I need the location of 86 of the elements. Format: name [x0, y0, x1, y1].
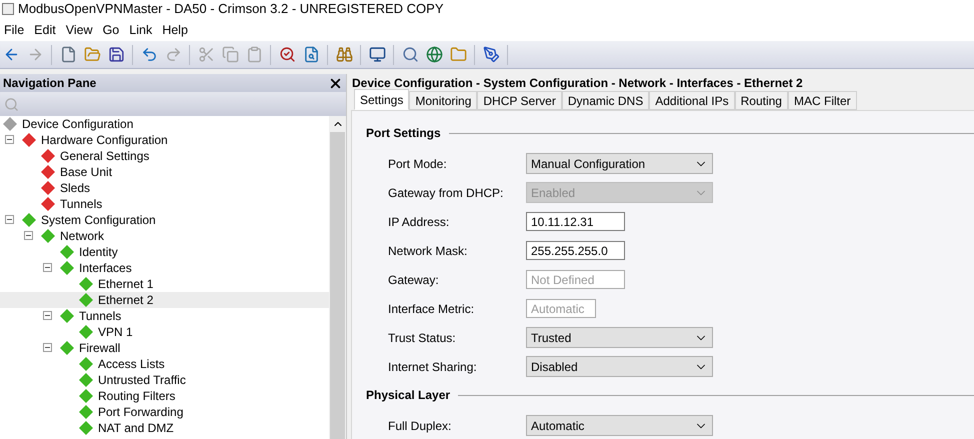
collapse-icon[interactable] — [5, 135, 14, 144]
tree-item[interactable]: Firewall — [0, 340, 329, 356]
tree-label: Base Unit — [60, 164, 112, 181]
dropdown[interactable]: Trusted — [526, 327, 713, 348]
tree-item[interactable]: System Configuration — [0, 212, 329, 228]
monitor-icon[interactable] — [367, 44, 387, 64]
tree-item[interactable]: Ethernet 1 — [0, 276, 329, 292]
section-heading: Physical Layer — [366, 387, 450, 404]
tree-label: Untrusted Traffic — [98, 372, 186, 389]
tab[interactable]: DHCP Server — [477, 91, 562, 110]
menu-item[interactable]: View — [62, 21, 96, 40]
dropdown[interactable]: Disabled — [526, 356, 713, 377]
tree-item[interactable]: VPN 1 — [0, 324, 329, 340]
field-label: Network Mask: — [387, 242, 468, 260]
input-field[interactable]: 255.255.255.0 — [526, 241, 625, 260]
tree-item[interactable]: Interfaces — [0, 260, 329, 276]
menu-item[interactable]: Go — [100, 21, 122, 40]
pen-icon[interactable] — [481, 44, 501, 64]
tab[interactable]: Monitoring — [409, 91, 478, 110]
tab[interactable]: MAC Filter — [788, 91, 857, 110]
menu-item[interactable]: Help — [159, 21, 191, 40]
collapse-icon[interactable] — [5, 215, 14, 224]
tree-item[interactable]: Sleds — [0, 180, 329, 196]
field-label: Interface Metric: — [387, 300, 476, 318]
field-label: Gateway: — [387, 272, 440, 288]
tab[interactable]: Routing — [734, 91, 788, 110]
tree-item[interactable]: Routing Filters — [0, 388, 329, 404]
tree-label: Ethernet 2 — [98, 292, 154, 309]
tree-item[interactable]: Tunnels — [0, 308, 329, 324]
scrollbar[interactable] — [329, 116, 346, 439]
tree-label: System Configuration — [41, 212, 156, 229]
dropdown[interactable]: Automatic — [526, 415, 713, 436]
tree-item[interactable]: Identity — [0, 244, 329, 260]
tab[interactable]: Settings — [354, 89, 410, 110]
scroll-thumb[interactable] — [330, 132, 345, 439]
tree-item[interactable]: Device Configuration — [0, 116, 329, 132]
tree-item[interactable]: Base Unit — [0, 164, 329, 180]
app-icon — [2, 2, 14, 14]
tree-label: Identity — [79, 244, 118, 261]
tree-label: Device Configuration — [22, 116, 134, 133]
tree-item[interactable]: Access Lists — [0, 356, 329, 372]
tree-label: Ethernet 1 — [98, 276, 154, 293]
tab[interactable]: Additional IPs — [649, 91, 735, 110]
tree-label: Access Lists — [98, 356, 165, 373]
tree-label: Tunnels — [79, 308, 122, 325]
field-label: Port Mode: — [387, 156, 448, 172]
collapse-icon[interactable] — [43, 311, 52, 320]
tree-item[interactable]: General Settings — [0, 148, 329, 164]
globe-icon[interactable] — [424, 44, 444, 64]
pane-title: Navigation Pane — [3, 75, 96, 92]
tree-label: Firewall — [79, 340, 120, 357]
dropdown[interactable]: Manual Configuration — [526, 153, 713, 174]
tree-label: Tunnels — [60, 196, 102, 213]
field-label: Gateway from DHCP: — [387, 184, 504, 202]
tree-item[interactable]: Network — [0, 228, 329, 244]
collapse-icon[interactable] — [43, 343, 52, 352]
tree-label: Network — [60, 228, 104, 245]
tree-label: Routing Filters — [98, 388, 176, 405]
input-field[interactable]: 10.11.12.31 — [526, 212, 625, 231]
window-title: ModbusOpenVPNMaster - DA50 - Crimson 3.2 - UNREGISTERED COPY — [18, 0, 444, 18]
tree-item[interactable]: Untrusted Traffic — [0, 372, 329, 388]
breadcrumb: Device Configuration - System Configuration - Network - Interfaces - Ethernet 2 — [351, 75, 804, 89]
tree-label: Hardware Configuration — [41, 132, 168, 149]
menu-item[interactable]: File — [1, 21, 28, 40]
tree-item[interactable]: Tunnels — [0, 196, 329, 212]
tree-item[interactable]: Ethernet 2 — [0, 292, 329, 308]
tree-label: VPN 1 — [98, 324, 133, 341]
field-label: IP Address: — [387, 214, 450, 230]
field-label: Trust Status: — [387, 330, 457, 346]
tree-label: Port Forwarding — [98, 404, 184, 421]
tree-label: Sleds — [60, 180, 90, 197]
tree-label: NAT and DMZ — [98, 420, 174, 437]
section-heading: Port Settings — [366, 125, 441, 142]
menu-item[interactable]: Edit — [31, 21, 59, 40]
tree-label: General Settings — [60, 148, 150, 165]
collapse-icon[interactable] — [43, 263, 52, 272]
menu-item[interactable]: Link — [126, 21, 156, 40]
collapse-icon[interactable] — [24, 231, 33, 240]
tree-item[interactable]: Port Forwarding — [0, 404, 329, 420]
tab[interactable]: Dynamic DNS — [562, 91, 650, 110]
tree-item[interactable]: NAT and DMZ — [0, 420, 329, 436]
field-label: Full Duplex: — [387, 418, 452, 434]
binoculars-icon[interactable] — [334, 44, 354, 64]
field-label: Internet Sharing: — [387, 358, 478, 376]
tree-item[interactable]: Hardware Configuration — [0, 132, 329, 148]
tree-label: Interfaces — [79, 260, 132, 277]
